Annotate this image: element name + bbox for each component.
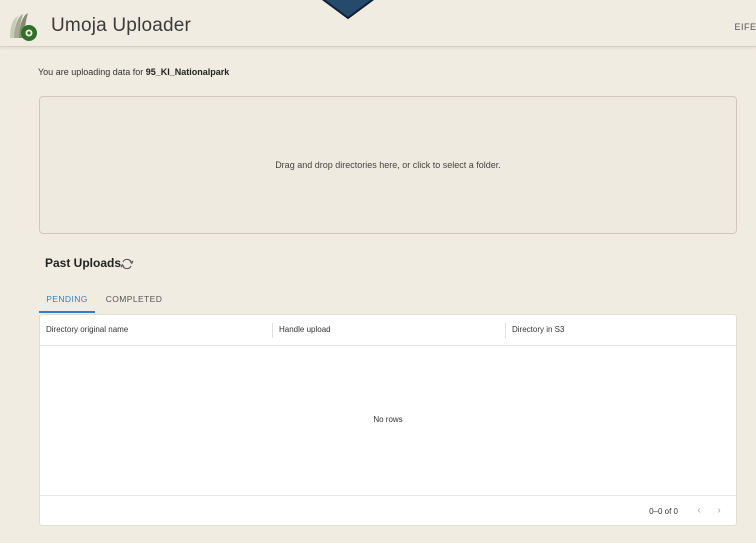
app-header: Umoja Uploader EIFEL	[0, 0, 756, 47]
chevron-left-icon[interactable]: ‹	[692, 504, 706, 518]
upload-target-text: You are uploading data for 95_KI_Nationa…	[38, 67, 229, 77]
column-header-handle-upload[interactable]: Handle upload	[273, 315, 505, 346]
column-header-directory-name[interactable]: Directory original name	[40, 315, 272, 346]
folder-dropzone[interactable]: Drag and drop directories here, or click…	[39, 96, 737, 234]
intro-prefix: You are uploading data for	[38, 67, 146, 77]
pagination-range: 0–0 of 0	[649, 507, 678, 516]
tab-pending[interactable]: PENDING	[39, 289, 95, 313]
column-header-directory-s3[interactable]: Directory in S3	[506, 315, 738, 346]
dropzone-instruction: Drag and drop directories here, or click…	[275, 160, 501, 170]
uploads-table: Directory original name Handle upload Di…	[39, 314, 737, 526]
chevron-right-icon[interactable]: ›	[712, 504, 726, 518]
table-header: Directory original name Handle upload Di…	[40, 315, 736, 346]
empty-table-message: No rows	[373, 415, 403, 424]
app-title: Umoja Uploader	[51, 15, 192, 36]
project-name: 95_KI_Nationalpark	[145, 67, 230, 77]
umoja-logo-icon	[10, 13, 37, 41]
user-label[interactable]: EIFEL	[734, 22, 756, 32]
tab-completed[interactable]: COMPLETED	[96, 289, 172, 313]
refresh-icon[interactable]	[120, 257, 134, 271]
past-uploads-title: Past Uploads	[45, 256, 122, 270]
pointer-arrow-icon	[322, 0, 374, 20]
table-footer: 0–0 of 0 ‹ ›	[40, 495, 736, 525]
